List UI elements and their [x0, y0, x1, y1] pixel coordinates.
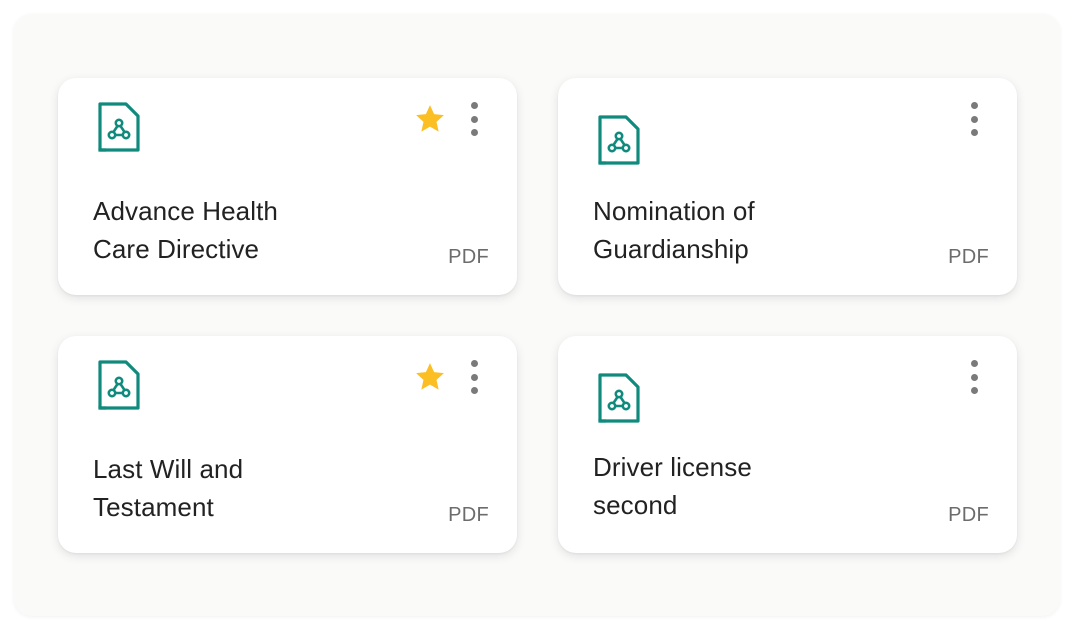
- document-title: Driver license second: [593, 448, 893, 524]
- pdf-file-icon: [96, 102, 142, 154]
- file-type-label: PDF: [448, 246, 489, 268]
- document-card-last-will-and-testament[interactable]: Last Will and Testament PDF: [58, 336, 517, 553]
- document-card-nomination-of-guardianship[interactable]: Nomination of Guardianship PDF: [558, 78, 1017, 295]
- document-title-line2: second: [593, 490, 678, 520]
- more-options-icon[interactable]: [962, 100, 986, 138]
- document-card-driver-license-second[interactable]: Driver license second PDF: [558, 336, 1017, 553]
- document-card-advance-health-care-directive[interactable]: Advance Health Care Directive PDF: [58, 78, 517, 295]
- document-title-line2: Care Directive: [93, 234, 260, 264]
- documents-panel: Advance Health Care Directive PDF Nomina…: [14, 14, 1060, 616]
- document-title-line1: Last Will and: [93, 454, 244, 484]
- document-title-line1: Advance Health: [93, 196, 278, 226]
- file-type-label: PDF: [448, 504, 489, 526]
- document-title: Nomination of Guardianship: [593, 192, 893, 268]
- document-title-line1: Driver license: [593, 452, 752, 482]
- file-type-label: PDF: [948, 504, 989, 526]
- file-type-label: PDF: [948, 246, 989, 268]
- pdf-file-icon: [96, 360, 142, 412]
- document-title: Advance Health Care Directive: [93, 192, 393, 268]
- more-options-icon[interactable]: [462, 100, 486, 138]
- pdf-file-icon: [596, 373, 642, 425]
- pdf-file-icon: [596, 115, 642, 167]
- more-options-icon[interactable]: [962, 358, 986, 396]
- star-icon[interactable]: [413, 102, 447, 136]
- document-title-line2: Guardianship: [593, 234, 749, 264]
- star-icon[interactable]: [413, 360, 447, 394]
- document-title-line1: Nomination of: [593, 196, 755, 226]
- more-options-icon[interactable]: [462, 358, 486, 396]
- document-title-line2: Testament: [93, 492, 214, 522]
- document-title: Last Will and Testament: [93, 450, 393, 526]
